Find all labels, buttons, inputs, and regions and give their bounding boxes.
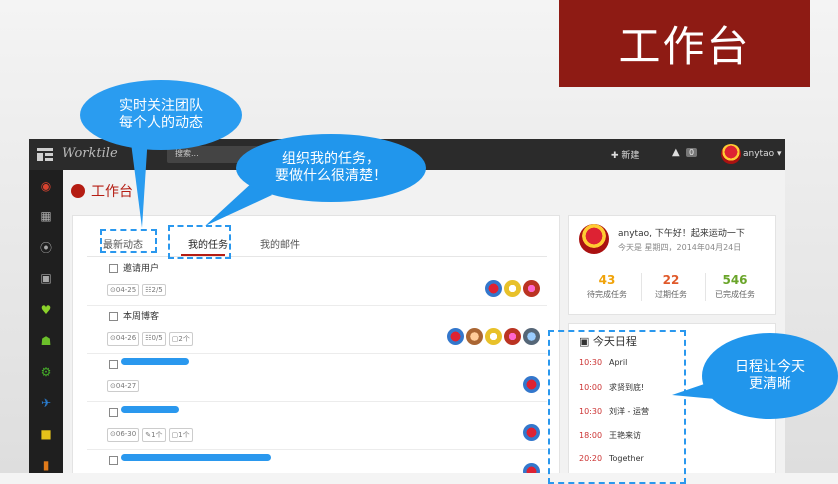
- callout-team-activity: 实时关注团队 每个人的动态: [80, 80, 242, 150]
- callout-tails: [130, 135, 726, 400]
- callout-my-tasks: 组织我的任务， 要做什么很清楚！: [236, 134, 426, 202]
- callout-schedule: 日程让今天 更清晰: [702, 333, 838, 419]
